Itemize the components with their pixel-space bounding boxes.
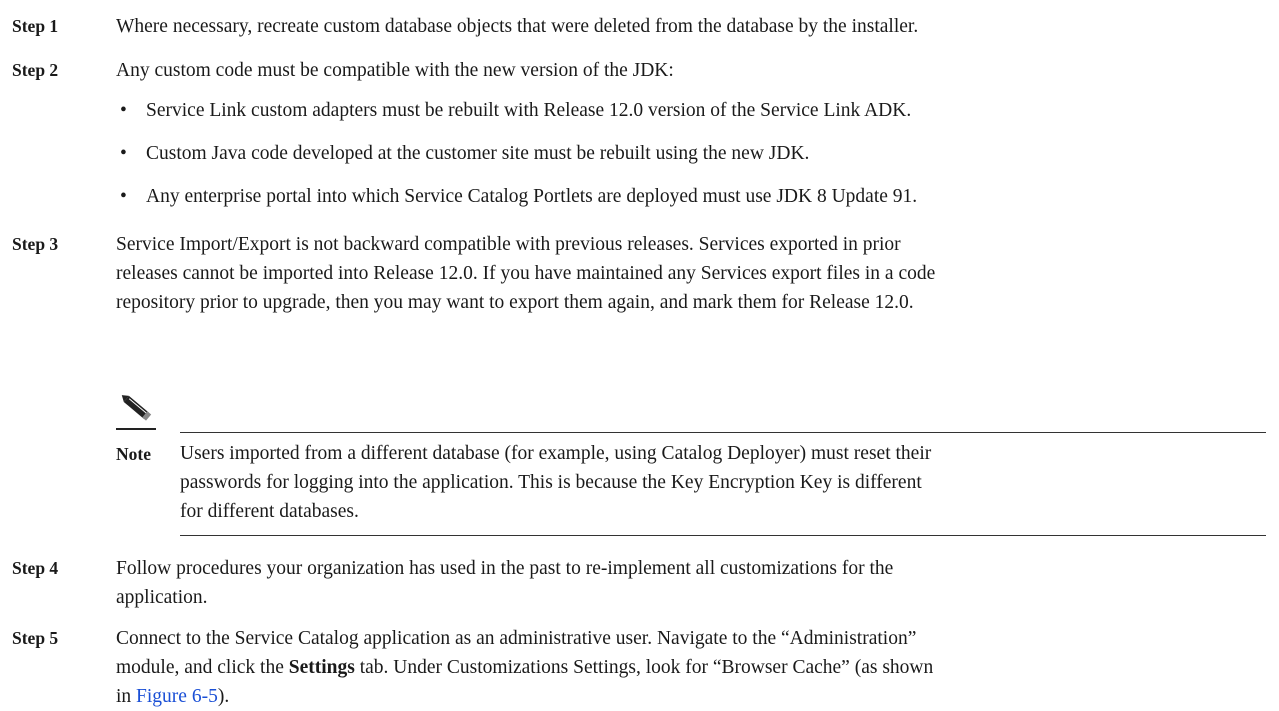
text-line: in Figure 6-5).: [116, 682, 1276, 711]
list-item-text: Custom Java code developed at the custom…: [146, 143, 810, 164]
text-line: Service Import/Export is not backward co…: [116, 234, 901, 255]
note-text: Users imported from a different database…: [180, 439, 1270, 526]
step-label: Step 1: [12, 16, 59, 36]
text-line: module, and click the Settings tab. Unde…: [116, 653, 1276, 682]
figure-6-5-link[interactable]: Figure 6-5: [136, 686, 218, 707]
note-icon-underline: [116, 428, 156, 430]
text-span: in: [116, 686, 137, 707]
note-callout: Note Users imported from a different dat…: [116, 392, 1266, 536]
list-item-text: Any enterprise portal into which Service…: [146, 186, 918, 207]
step-label: Step 2: [12, 60, 59, 80]
settings-tab-reference: Settings: [288, 657, 355, 678]
step-text: Follow procedures your organization has …: [116, 554, 1276, 612]
divider: [180, 432, 1266, 433]
text-span: tab. Under Customizations Settings, look…: [354, 657, 934, 678]
text-line: releases cannot be imported into Release…: [116, 263, 936, 284]
text-span: ).: [217, 686, 230, 707]
document-page: Step 1 Where necessary, recreate custom …: [0, 0, 1279, 710]
step-label: Step 3: [12, 234, 59, 254]
step-text: Where necessary, recreate custom databas…: [116, 16, 919, 37]
text-line: Users imported from a different database…: [180, 443, 932, 464]
step-text: Connect to the Service Catalog applicati…: [116, 624, 1276, 711]
text-line: Follow procedures your organization has …: [116, 558, 894, 579]
step-label: Step 4: [12, 558, 59, 578]
step-text: Service Import/Export is not backward co…: [116, 230, 1276, 317]
step-label: Step 5: [12, 628, 59, 648]
note-label: Note: [116, 444, 151, 464]
text-span: module, and click the: [116, 657, 289, 678]
divider: [180, 535, 1266, 536]
text-line: passwords for logging into the applicati…: [180, 472, 922, 493]
list-item-text: Service Link custom adapters must be reb…: [146, 100, 912, 121]
text-line: application.: [116, 587, 208, 608]
pencil-icon: [121, 395, 152, 421]
bullet-icon: •: [120, 100, 127, 121]
bullet-icon: •: [120, 143, 127, 164]
step-text: Any custom code must be compatible with …: [116, 60, 674, 81]
text-line: for different databases.: [180, 501, 359, 522]
text-line: Connect to the Service Catalog applicati…: [116, 628, 917, 649]
bullet-icon: •: [120, 186, 127, 207]
text-line: repository prior to upgrade, then you ma…: [116, 292, 914, 313]
